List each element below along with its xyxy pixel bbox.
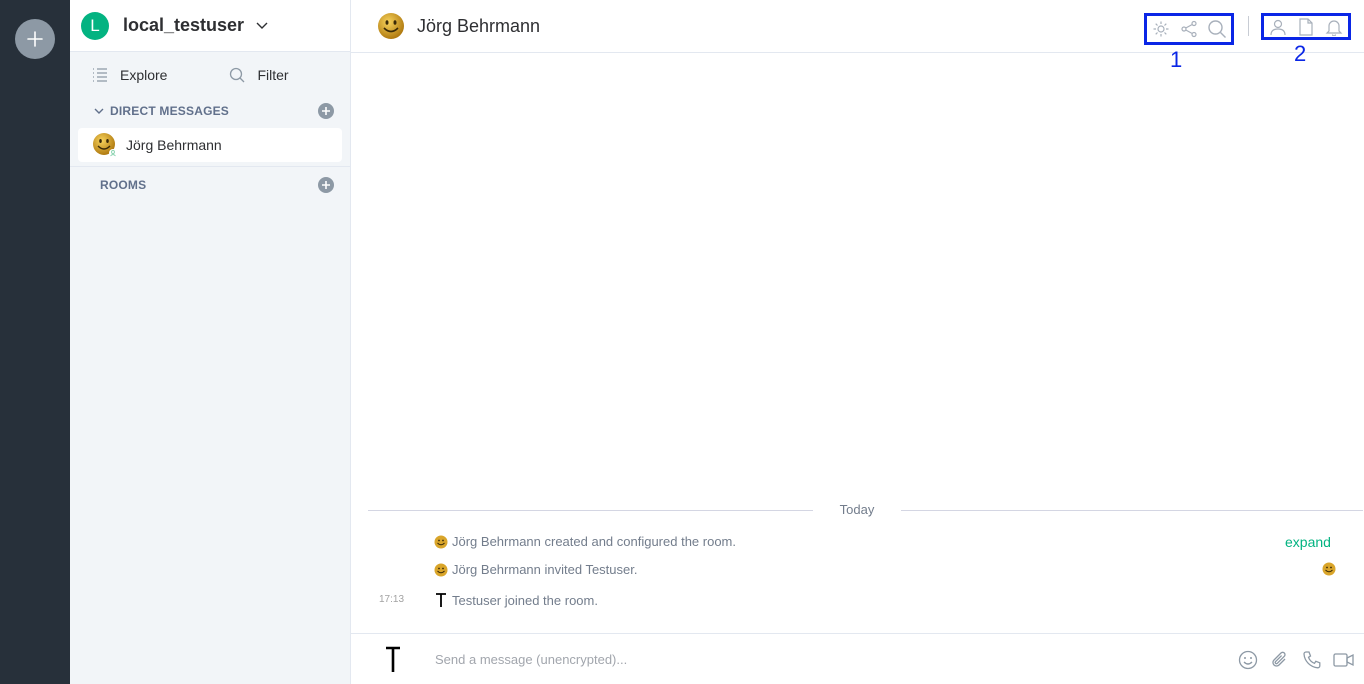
user-name: local_testuser	[123, 15, 245, 35]
smiley-avatar-icon	[434, 563, 448, 576]
chevron-down-icon	[256, 22, 268, 30]
share-room-button[interactable]	[1175, 17, 1203, 41]
t-avatar-icon	[436, 593, 446, 607]
plus-icon	[322, 107, 330, 115]
add-dm-button[interactable]	[318, 103, 334, 119]
filter-button[interactable]: Filter	[229, 67, 289, 83]
smiley-avatar-icon	[1322, 562, 1336, 576]
spaces-rail	[0, 0, 70, 684]
room-view: Jörg Behrmann 1 2 Today Jörg Behrmann cr…	[351, 0, 1364, 684]
composer-actions	[1232, 648, 1360, 672]
header-icon-group-2	[1261, 13, 1351, 40]
message-timeline[interactable]: Today Jörg Behrmann created and configur…	[351, 53, 1364, 633]
section-title: DIRECT MESSAGES	[110, 104, 230, 118]
composer-avatar	[383, 644, 403, 674]
paperclip-icon	[1272, 651, 1286, 667]
section-rooms[interactable]: ROOMS	[70, 172, 350, 198]
timeline-event: Testuser joined the room.	[434, 592, 598, 608]
plus-icon	[27, 31, 43, 47]
separator-line	[901, 510, 1363, 511]
room-header: Jörg Behrmann 1 2	[351, 0, 1364, 72]
smiley-avatar-icon	[434, 535, 448, 548]
expand-link[interactable]: expand	[1285, 534, 1331, 550]
share-icon	[1181, 20, 1197, 38]
header-icon-group-1	[1144, 13, 1234, 45]
explore-label: Explore	[120, 67, 168, 83]
room-list-sidebar: L local_testuser Explore Filter DIRECT M…	[70, 0, 351, 684]
emoji-button[interactable]	[1232, 648, 1264, 672]
read-receipt-avatar[interactable]	[1322, 562, 1336, 581]
event-text: Jörg Behrmann created and configured the…	[452, 534, 737, 549]
user-icon	[1270, 19, 1286, 35]
voice-call-button[interactable]	[1296, 648, 1328, 672]
section-title: ROOMS	[100, 178, 147, 192]
explore-filter-row: Explore Filter	[70, 52, 350, 98]
notifications-button[interactable]	[1320, 15, 1348, 39]
search-icon	[1208, 20, 1226, 38]
header-separator	[1248, 16, 1249, 36]
section-direct-messages[interactable]: DIRECT MESSAGES	[70, 98, 350, 124]
explore-button[interactable]: Explore	[92, 67, 167, 83]
add-room-button[interactable]	[318, 177, 334, 193]
room-avatar-icon[interactable]	[377, 12, 405, 40]
members-button[interactable]	[1264, 15, 1292, 39]
files-button[interactable]	[1292, 15, 1320, 39]
room-tile-name: Jörg Behrmann	[126, 137, 222, 153]
message-input[interactable]	[435, 648, 1215, 670]
emoji-icon	[1238, 650, 1258, 670]
date-label: Today	[839, 502, 875, 517]
user-menu[interactable]: L local_testuser	[70, 0, 350, 52]
room-tile-dm[interactable]: Jörg Behrmann	[78, 128, 342, 162]
t-avatar-icon	[386, 646, 400, 672]
search-room-button[interactable]	[1203, 17, 1231, 41]
gear-icon	[1153, 21, 1169, 37]
search-icon	[230, 67, 245, 83]
event-text: Testuser joined the room.	[452, 592, 598, 608]
create-space-button[interactable]	[15, 19, 55, 59]
filter-label: Filter	[257, 67, 289, 83]
separator-line	[368, 510, 813, 511]
smiley-avatar-icon	[93, 133, 117, 157]
event-timestamp: 17:13	[379, 594, 405, 605]
file-icon	[1299, 17, 1313, 36]
plus-icon	[322, 181, 330, 189]
video-icon	[1333, 653, 1354, 667]
date-separator: Today	[368, 502, 1363, 518]
chevron-down-icon	[94, 108, 104, 114]
event-text: Jörg Behrmann invited Testuser.	[452, 562, 638, 577]
video-call-button[interactable]	[1328, 648, 1360, 672]
room-settings-button[interactable]	[1147, 17, 1175, 41]
user-avatar: L	[81, 11, 109, 40]
section-divider	[70, 166, 350, 167]
timeline-event: Jörg Behrmann created and configured the…	[434, 534, 736, 549]
message-composer	[351, 633, 1364, 684]
room-name: Jörg Behrmann	[417, 15, 541, 36]
phone-icon	[1303, 651, 1321, 669]
bell-icon	[1325, 19, 1343, 36]
list-icon	[93, 68, 107, 82]
timeline-event: Jörg Behrmann invited Testuser.	[434, 562, 637, 577]
attach-button[interactable]	[1264, 648, 1296, 672]
